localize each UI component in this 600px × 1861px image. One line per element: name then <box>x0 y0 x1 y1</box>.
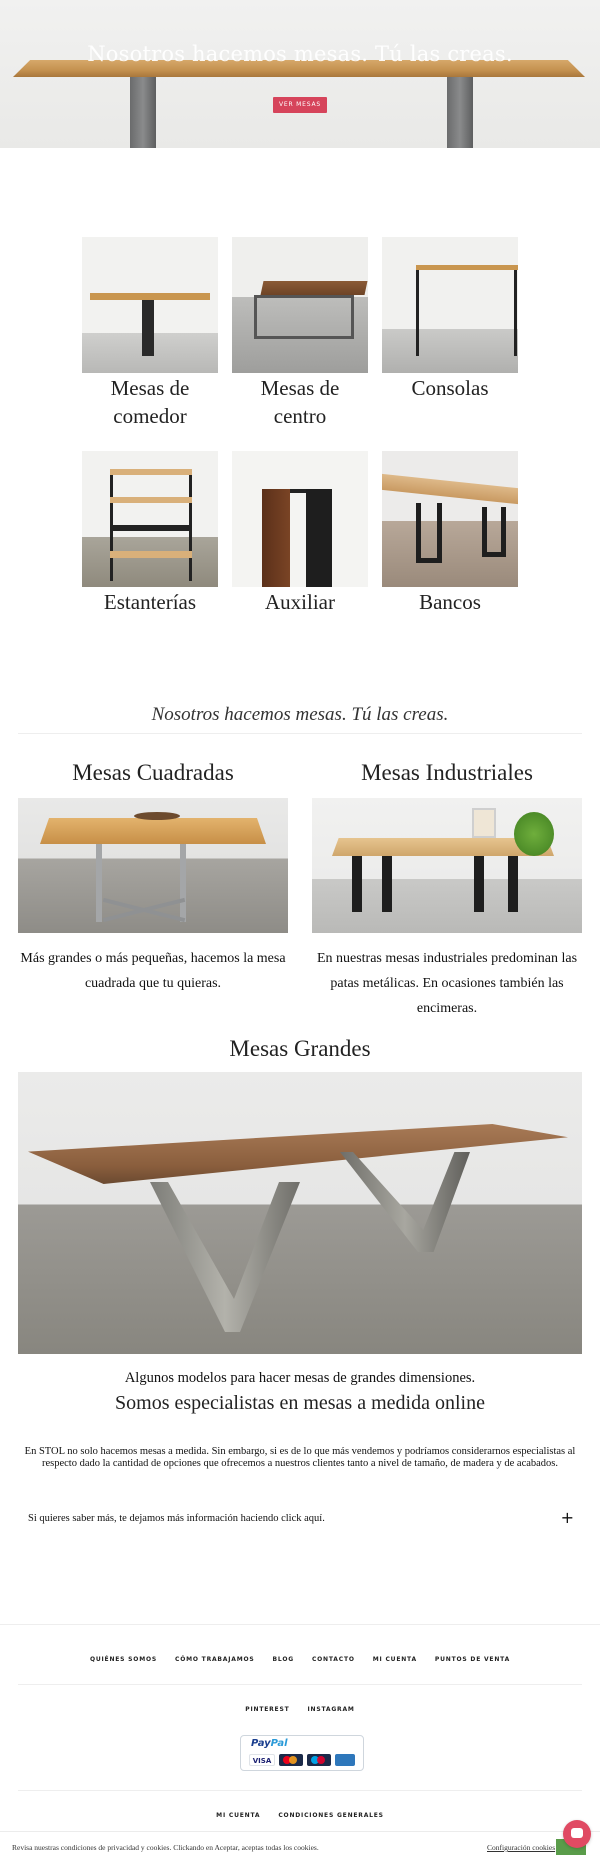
category-label[interactable]: Auxiliar <box>232 588 368 616</box>
mastercard-circle <box>289 1756 297 1764</box>
category-image[interactable] <box>232 237 368 373</box>
hero-table-leg <box>130 77 156 148</box>
category-label-line: Estanterías <box>103 590 197 614</box>
more-info-accordion[interactable]: Si quieres saber más, te dejamos más inf… <box>18 1508 582 1532</box>
cookie-settings-link[interactable]: Configuración cookies <box>487 1843 555 1852</box>
social-link-pinterest[interactable]: PINTEREST <box>236 1706 298 1713</box>
specialists-text: En STOL no solo hacemos mesas a medida. … <box>24 1446 576 1469</box>
accordion-label[interactable]: Si quieres saber más, te dejamos más inf… <box>28 1513 325 1524</box>
category-auxiliar[interactable]: Auxiliar <box>232 451 368 616</box>
square-tables-title: Mesas Cuadradas <box>72 760 234 785</box>
category-label[interactable]: Estanterías <box>82 588 218 616</box>
large-tables-title: Mesas Grandes <box>229 1036 371 1061</box>
large-tables-caption: Algunos modelos para hacer mesas de gran… <box>124 1370 476 1386</box>
bottom-link-condiciones[interactable]: CONDICIONES GENERALES <box>269 1812 392 1819</box>
footer-divider <box>18 1790 582 1791</box>
industrial-tables-title: Mesas Industriales <box>361 760 533 785</box>
category-bancos[interactable]: Bancos <box>382 451 518 616</box>
category-image[interactable] <box>82 451 218 587</box>
maestro-icon <box>307 1754 331 1766</box>
category-label[interactable]: Bancos <box>382 588 518 616</box>
category-label[interactable]: Mesas de comedor <box>82 374 218 430</box>
hero-title: Nosotros hacemos mesas. Tú las creas. <box>87 42 513 66</box>
category-label-line: Auxiliar <box>265 590 335 614</box>
paypal-word-pay: Pay <box>251 1738 271 1749</box>
chat-icon <box>571 1828 583 1838</box>
category-label-line: Mesas de <box>110 376 190 400</box>
hero-banner: Nosotros hacemos mesas. Tú las creas. VE… <box>0 0 600 148</box>
category-image[interactable] <box>382 451 518 587</box>
bottom-nav: MI CUENTA CONDICIONES GENERALES <box>0 1812 600 1819</box>
paypal-logo: PayPal <box>251 1738 288 1749</box>
category-image[interactable] <box>232 451 368 587</box>
industrial-table-image <box>312 798 582 933</box>
square-tables-text: Más grandes o más pequeñas, hacemos la m… <box>20 951 286 991</box>
category-label-line: centro <box>273 404 327 428</box>
footer-link-quienes-somos[interactable]: QUIÉNES SOMOS <box>81 1656 166 1663</box>
divider <box>18 733 582 734</box>
footer-link-puntos-de-venta[interactable]: PUNTOS DE VENTA <box>426 1656 519 1663</box>
payment-methods-badge: PayPal VISA <box>240 1735 364 1771</box>
footer-link-mi-cuenta[interactable]: MI CUENTA <box>364 1656 426 1663</box>
category-label-line: Mesas de <box>260 376 340 400</box>
footer-nav: QUIÉNES SOMOS CÓMO TRABAJAMOS BLOG CONTA… <box>0 1656 600 1663</box>
specialists-title: Somos especialistas en mesas a medida on… <box>115 1392 485 1414</box>
tagline: Nosotros hacemos mesas. Tú las creas. <box>151 704 449 725</box>
plus-icon[interactable]: + <box>561 1508 574 1527</box>
category-image[interactable] <box>382 237 518 373</box>
large-table-image <box>18 1072 582 1354</box>
cookie-bar: Revisa nuestras condiciones de privacida… <box>0 1831 600 1861</box>
category-mesas-centro[interactable]: Mesas de centro <box>232 237 368 430</box>
cookie-text: Revisa nuestras condiciones de privacida… <box>12 1843 319 1852</box>
paypal-word-pal: Pal <box>270 1738 288 1749</box>
maestro-circle <box>317 1756 325 1764</box>
category-mesas-comedor[interactable]: Mesas de comedor <box>82 237 218 430</box>
chat-button[interactable] <box>563 1820 591 1848</box>
category-label-line: Consolas <box>411 376 489 400</box>
category-image[interactable] <box>82 237 218 373</box>
category-consolas[interactable]: Consolas <box>382 237 518 402</box>
category-label-line: Bancos <box>419 590 481 614</box>
mastercard-icon <box>279 1754 303 1766</box>
footer-link-contacto[interactable]: CONTACTO <box>303 1656 364 1663</box>
category-label-line: comedor <box>113 404 187 428</box>
footer-divider <box>0 1624 600 1625</box>
hero-table-leg <box>447 77 473 148</box>
square-table-image <box>18 798 288 933</box>
footer-divider <box>18 1684 582 1685</box>
visa-card-icon: VISA <box>249 1754 275 1766</box>
category-label[interactable]: Mesas de centro <box>232 374 368 430</box>
footer-link-blog[interactable]: BLOG <box>264 1656 303 1663</box>
social-link-instagram[interactable]: INSTAGRAM <box>298 1706 363 1713</box>
bottom-link-mi-cuenta[interactable]: MI CUENTA <box>207 1812 269 1819</box>
amex-card-icon <box>335 1754 355 1766</box>
ver-mesas-button[interactable]: VER MESAS <box>273 97 327 113</box>
footer-link-como-trabajamos[interactable]: CÓMO TRABAJAMOS <box>166 1656 264 1663</box>
category-estanterias[interactable]: Estanterías <box>82 451 218 616</box>
social-nav: PINTEREST INSTAGRAM <box>0 1706 600 1713</box>
category-label[interactable]: Consolas <box>382 374 518 402</box>
industrial-tables-text: En nuestras mesas industriales predomina… <box>316 951 578 1016</box>
